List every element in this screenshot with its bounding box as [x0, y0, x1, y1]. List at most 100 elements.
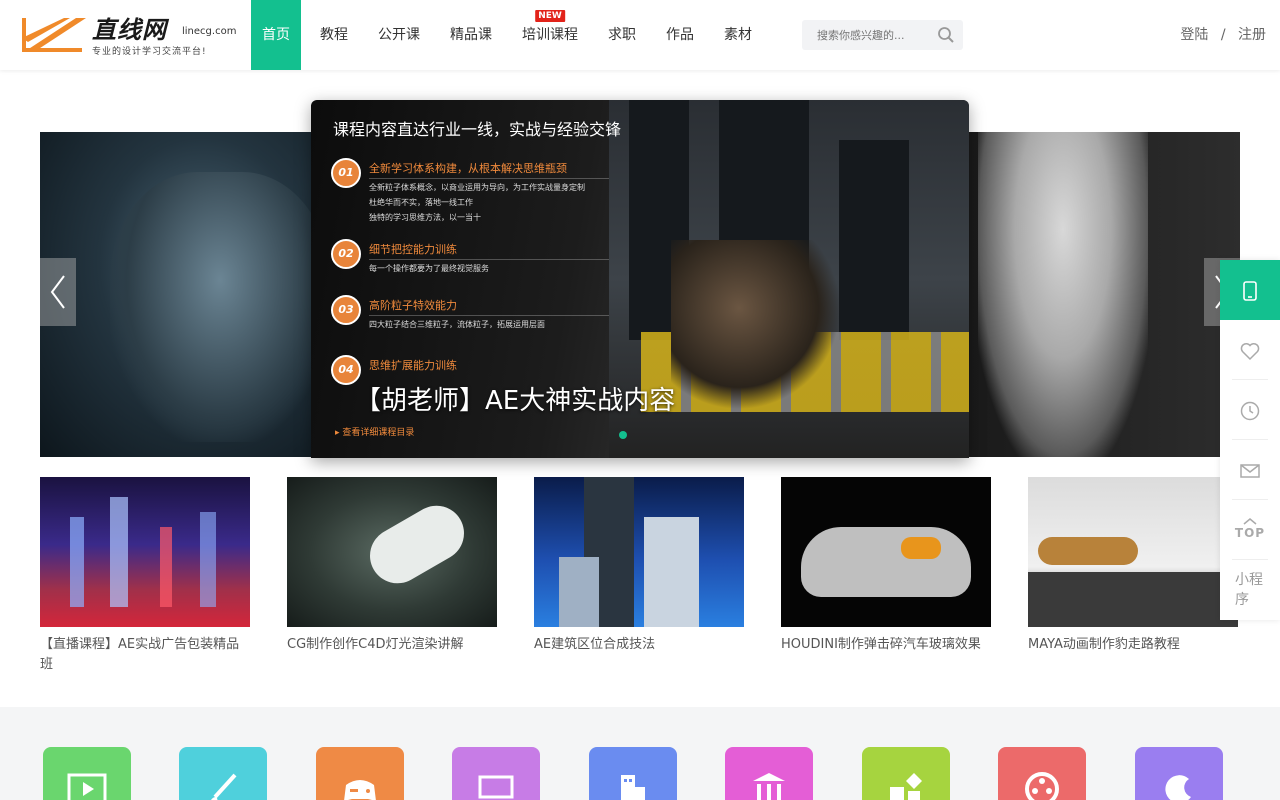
shapes-icon [890, 773, 922, 800]
point-desc: 全新粒子体系概念，以商业运用为导向，为工作实战量身定制 杜绝华而不实，落地一线工… [369, 180, 585, 225]
brush-icon [211, 773, 237, 800]
category-game[interactable] [316, 747, 404, 800]
carousel-slide-prev[interactable] [40, 132, 312, 457]
nav-item-home[interactable]: 首页 [251, 0, 301, 70]
slide-more-label: 查看详细课程目录 [342, 428, 415, 438]
moon-icon [1165, 775, 1191, 800]
sidebar-item-favorites[interactable] [1220, 320, 1280, 380]
register-link[interactable]: 注册 [1238, 27, 1266, 43]
nav-item-training[interactable]: NEW 培训课程 [511, 0, 589, 70]
new-badge: NEW [535, 10, 565, 22]
point-title: 全新学习体系构建，从根本解决思维瓶颈 [369, 162, 567, 175]
carousel-slide-next[interactable] [968, 132, 1240, 457]
course-title[interactable]: 【直播课程】AE实战广告包装精品班 [40, 635, 250, 675]
point-number: 02 [331, 239, 361, 269]
site-logo[interactable]: 直线网 linecg.com 专业的设计学习交流平台! [20, 10, 237, 60]
category-architecture[interactable] [589, 747, 677, 800]
film-icon [67, 773, 107, 800]
nav-item-label: 教程 [320, 27, 348, 43]
nav-item-label: 作品 [666, 27, 694, 43]
category-ui[interactable] [452, 747, 540, 800]
course-image[interactable] [287, 477, 497, 627]
course-card[interactable]: 【直播课程】AE实战广告包装精品班 [40, 477, 250, 675]
chevron-left-icon [50, 275, 65, 309]
point-desc-line: 杜绝华而不实，落地一线工作 [369, 198, 473, 207]
category-interior[interactable] [725, 747, 813, 800]
point-title: 思维扩展能力训练 [369, 359, 457, 372]
float-sidebar: TOP 小程序 [1220, 260, 1280, 620]
category-band [0, 707, 1280, 800]
point-title: 高阶粒子特效能力 [369, 299, 457, 312]
course-title[interactable]: AE建筑区位合成技法 [534, 635, 744, 655]
point-title: 细节把控能力训练 [369, 243, 457, 256]
search-icon[interactable] [937, 26, 955, 44]
course-card[interactable]: AE建筑区位合成技法 [534, 477, 744, 655]
logo-domain: linecg.com [182, 26, 237, 37]
logo-mark-icon [22, 18, 86, 52]
course-card[interactable]: CG制作创作C4D灯光渲染讲解 [287, 477, 497, 655]
sidebar-item-message[interactable] [1220, 440, 1280, 500]
nav-item-jobs[interactable]: 求职 [597, 0, 647, 70]
heart-icon [1240, 343, 1260, 361]
search-box [802, 20, 963, 50]
nav-item-label: 素材 [724, 27, 752, 43]
login-link[interactable]: 登陆 [1180, 27, 1208, 43]
nav-item-works[interactable]: 作品 [655, 0, 705, 70]
gamepad-icon [344, 780, 376, 800]
nav-item-label: 精品课 [450, 27, 492, 43]
slide-heading: 课程内容直达行业一线，实战与经验交锋 [333, 120, 622, 139]
course-image[interactable] [534, 477, 744, 627]
building-icon [621, 775, 645, 800]
nav-item-premium-courses[interactable]: 精品课 [439, 0, 503, 70]
category-film[interactable] [43, 747, 131, 800]
course-image[interactable] [781, 477, 991, 627]
logo-name: 直线网 [92, 16, 167, 44]
building-shape [839, 140, 909, 340]
course-image[interactable] [40, 477, 250, 627]
carousel-slide-active[interactable]: 课程内容直达行业一线，实战与经验交锋 01 全新学习体系构建，从根本解决思维瓶颈… [311, 100, 969, 458]
nav-item-open-courses[interactable]: 公开课 [367, 0, 431, 70]
monitor-icon [478, 775, 514, 799]
sidebar-item-app[interactable] [1220, 260, 1280, 320]
nav-item-assets[interactable]: 素材 [713, 0, 763, 70]
slide-more-link[interactable]: ▸ 查看详细课程目录 [335, 425, 414, 438]
course-image[interactable] [1028, 477, 1238, 627]
slide-point: 03 高阶粒子特效能力 四大粒子结合三维粒子，流体粒子，拓展运用层面 [331, 295, 631, 335]
mini-program-link[interactable]: 小程序 [1235, 570, 1267, 610]
slide-point: 01 全新学习体系构建，从根本解决思维瓶颈 全新粒子体系概念，以商业运用为导向，… [331, 158, 631, 228]
slide-point: 02 细节把控能力训练 每一个操作都要为了最终视觉服务 [331, 239, 631, 279]
point-desc-line: 每一个操作都要为了最终视觉服务 [369, 264, 489, 273]
slide-image-skull [110, 172, 312, 442]
slide-image-runner [671, 240, 841, 410]
course-card[interactable]: HOUDINI制作弹击碎汽车玻璃效果 [781, 477, 991, 655]
point-divider [369, 178, 609, 179]
search-input[interactable] [802, 20, 932, 50]
back-to-top-label: TOP [1234, 526, 1266, 540]
course-title[interactable]: MAYA动画制作豹走路教程 [1028, 635, 1238, 655]
sidebar-item-history[interactable] [1220, 380, 1280, 440]
auth-links: 登陆 / 注册 [1176, 0, 1270, 70]
point-desc: 四大粒子结合三维粒子，流体粒子，拓展运用层面 [369, 317, 545, 332]
film-reel-icon [1025, 772, 1059, 800]
nav-item-label: 公开课 [378, 27, 420, 43]
category-graphic[interactable] [862, 747, 950, 800]
slide-caption[interactable]: 【胡老师】AE大神实战内容 [355, 380, 675, 417]
logo-slogan: 专业的设计学习交流平台! [92, 47, 207, 57]
category-other[interactable] [1135, 747, 1223, 800]
course-card[interactable]: MAYA动画制作豹走路教程 [1028, 477, 1238, 655]
carousel-dot-active[interactable] [619, 431, 627, 439]
sidebar-divider [1232, 559, 1268, 560]
category-video[interactable] [998, 747, 1086, 800]
course-title[interactable]: HOUDINI制作弹击碎汽车玻璃效果 [781, 635, 991, 655]
top-header: 直线网 linecg.com 专业的设计学习交流平台! 首页 教程 公开课 精品… [0, 0, 1280, 70]
nav-item-tutorials[interactable]: 教程 [309, 0, 359, 70]
point-number: 03 [331, 295, 361, 325]
category-design[interactable] [179, 747, 267, 800]
carousel-prev-button[interactable] [40, 258, 76, 326]
clock-icon [1240, 401, 1260, 421]
hero-carousel: 课程内容直达行业一线，实战与经验交锋 01 全新学习体系构建，从根本解决思维瓶颈… [0, 70, 1280, 470]
course-title[interactable]: CG制作创作C4D灯光渲染讲解 [287, 635, 497, 655]
auth-separator: / [1220, 27, 1226, 43]
point-desc-line: 全新粒子体系概念，以商业运用为导向，为工作实战量身定制 [369, 183, 585, 192]
point-divider [369, 259, 609, 260]
